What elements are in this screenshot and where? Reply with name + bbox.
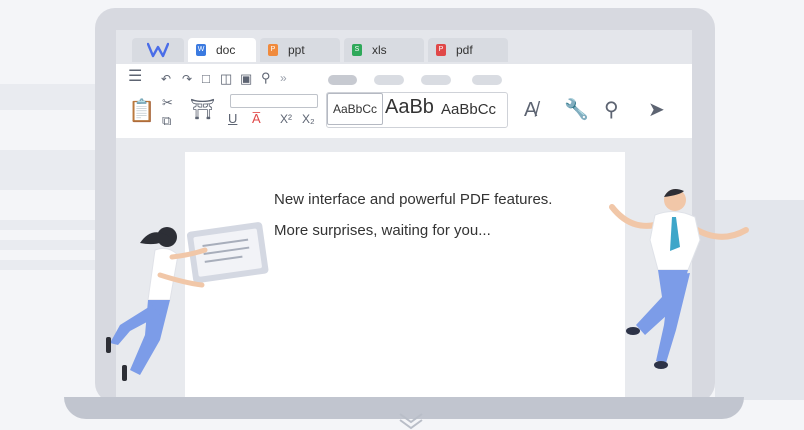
ribbon-tab-placeholder-1[interactable]	[328, 75, 357, 85]
select-cursor-icon[interactable]: ➤	[648, 100, 665, 120]
tab-xls-label: xls	[372, 43, 387, 57]
tab-doc-label: doc	[216, 43, 236, 57]
strikethrough-icon[interactable]: A̅	[252, 112, 261, 126]
xls-file-icon: S	[352, 44, 362, 56]
background-band-left-top	[0, 84, 95, 110]
ribbon-tab-placeholder-4[interactable]	[472, 75, 502, 85]
underline-icon[interactable]: U	[228, 112, 237, 126]
new-file-icon[interactable]: □	[202, 72, 210, 86]
tab-doc[interactable]: W doc	[188, 38, 256, 62]
cut-icon[interactable]: ✂	[162, 96, 173, 110]
ppt-file-icon: P	[268, 44, 278, 56]
background-band-left-lines-2	[0, 240, 110, 250]
man-jumping-illustration	[609, 189, 749, 369]
open-folder-icon[interactable]: ◫	[220, 72, 232, 86]
document-line-1: New interface and powerful PDF features.	[274, 191, 553, 208]
text-effects-icon[interactable]: A̸	[524, 100, 537, 120]
pdf-file-icon: P	[436, 44, 446, 56]
chevron-down-icon[interactable]	[398, 412, 424, 430]
tab-ppt[interactable]: P ppt	[260, 38, 340, 62]
subscript-icon[interactable]: X₂	[302, 112, 315, 126]
ribbon-tab-placeholder-2[interactable]	[374, 75, 404, 85]
background-band-left-lines	[0, 220, 110, 230]
tools-wrench-icon[interactable]: 🔧	[564, 100, 589, 120]
style-heading1[interactable]: AaBb	[385, 96, 434, 119]
wps-logo-icon	[147, 42, 169, 58]
more-icon[interactable]: »	[280, 71, 287, 85]
format-painter-icon[interactable]: ⛩	[190, 100, 215, 120]
find-icon[interactable]: ⚲	[261, 71, 271, 85]
superscript-icon[interactable]: X²	[280, 112, 292, 126]
style-heading2[interactable]: AaBbCc	[441, 101, 496, 118]
style-normal[interactable]: AaBbCc	[327, 93, 383, 125]
font-name-box[interactable]	[230, 94, 318, 108]
undo-icon[interactable]: ↶	[161, 72, 171, 86]
doc-file-icon: W	[196, 44, 206, 56]
tab-pdf-label: pdf	[456, 43, 473, 57]
copy-icon[interactable]: ⧉	[162, 114, 171, 128]
style-gallery: AaBbCc AaBb AaBbCc	[326, 92, 508, 128]
document-line-2: More surprises, waiting for you...	[274, 222, 491, 239]
paste-icon[interactable]: 📋	[128, 100, 155, 122]
toolbar: ☰ ↶ ↷ □ ◫ ▣ ⚲ » 📋 ✂ ⧉ ⛩ U A̅ X² X₂ AaBbC…	[116, 64, 692, 138]
tab-pdf[interactable]: P pdf	[428, 38, 508, 62]
redo-icon[interactable]: ↷	[182, 72, 192, 86]
background-band-left-lines-3	[0, 260, 110, 270]
search-icon[interactable]: ⚲	[604, 100, 619, 120]
tab-xls[interactable]: S xls	[344, 38, 424, 62]
save-icon[interactable]: ▣	[240, 72, 252, 86]
ribbon-tab-placeholder-3[interactable]	[421, 75, 451, 85]
menu-icon[interactable]: ☰	[128, 69, 142, 85]
background-band-left-bottom	[0, 150, 95, 190]
tab-bar: W doc P ppt S xls P pdf	[116, 30, 692, 64]
woman-with-document-illustration	[106, 222, 269, 381]
app-logo[interactable]	[132, 38, 184, 62]
tab-ppt-label: ppt	[288, 43, 305, 57]
